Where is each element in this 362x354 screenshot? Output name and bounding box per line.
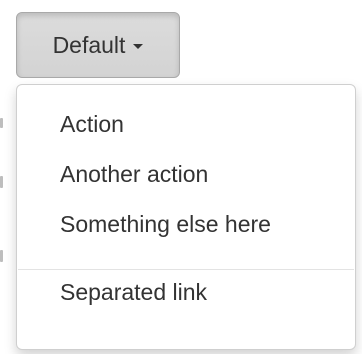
menu-item-action[interactable]: Action <box>60 113 124 136</box>
background-edge-mark <box>0 250 3 262</box>
dropdown-toggle-button[interactable]: Default <box>16 12 180 78</box>
caret-down-icon <box>133 44 144 49</box>
menu-item-another-action[interactable]: Another action <box>60 163 208 186</box>
dropdown-menu: Action Another action Something else her… <box>16 84 356 350</box>
dropdown-toggle-label: Default <box>52 31 126 58</box>
background-edge-mark <box>0 176 3 188</box>
menu-item-separated-link[interactable]: Separated link <box>60 281 207 304</box>
page: Default Action Another action Something … <box>0 0 362 354</box>
menu-divider <box>18 269 354 270</box>
background-edge-mark <box>0 118 3 128</box>
menu-item-something-else[interactable]: Something else here <box>60 213 271 236</box>
